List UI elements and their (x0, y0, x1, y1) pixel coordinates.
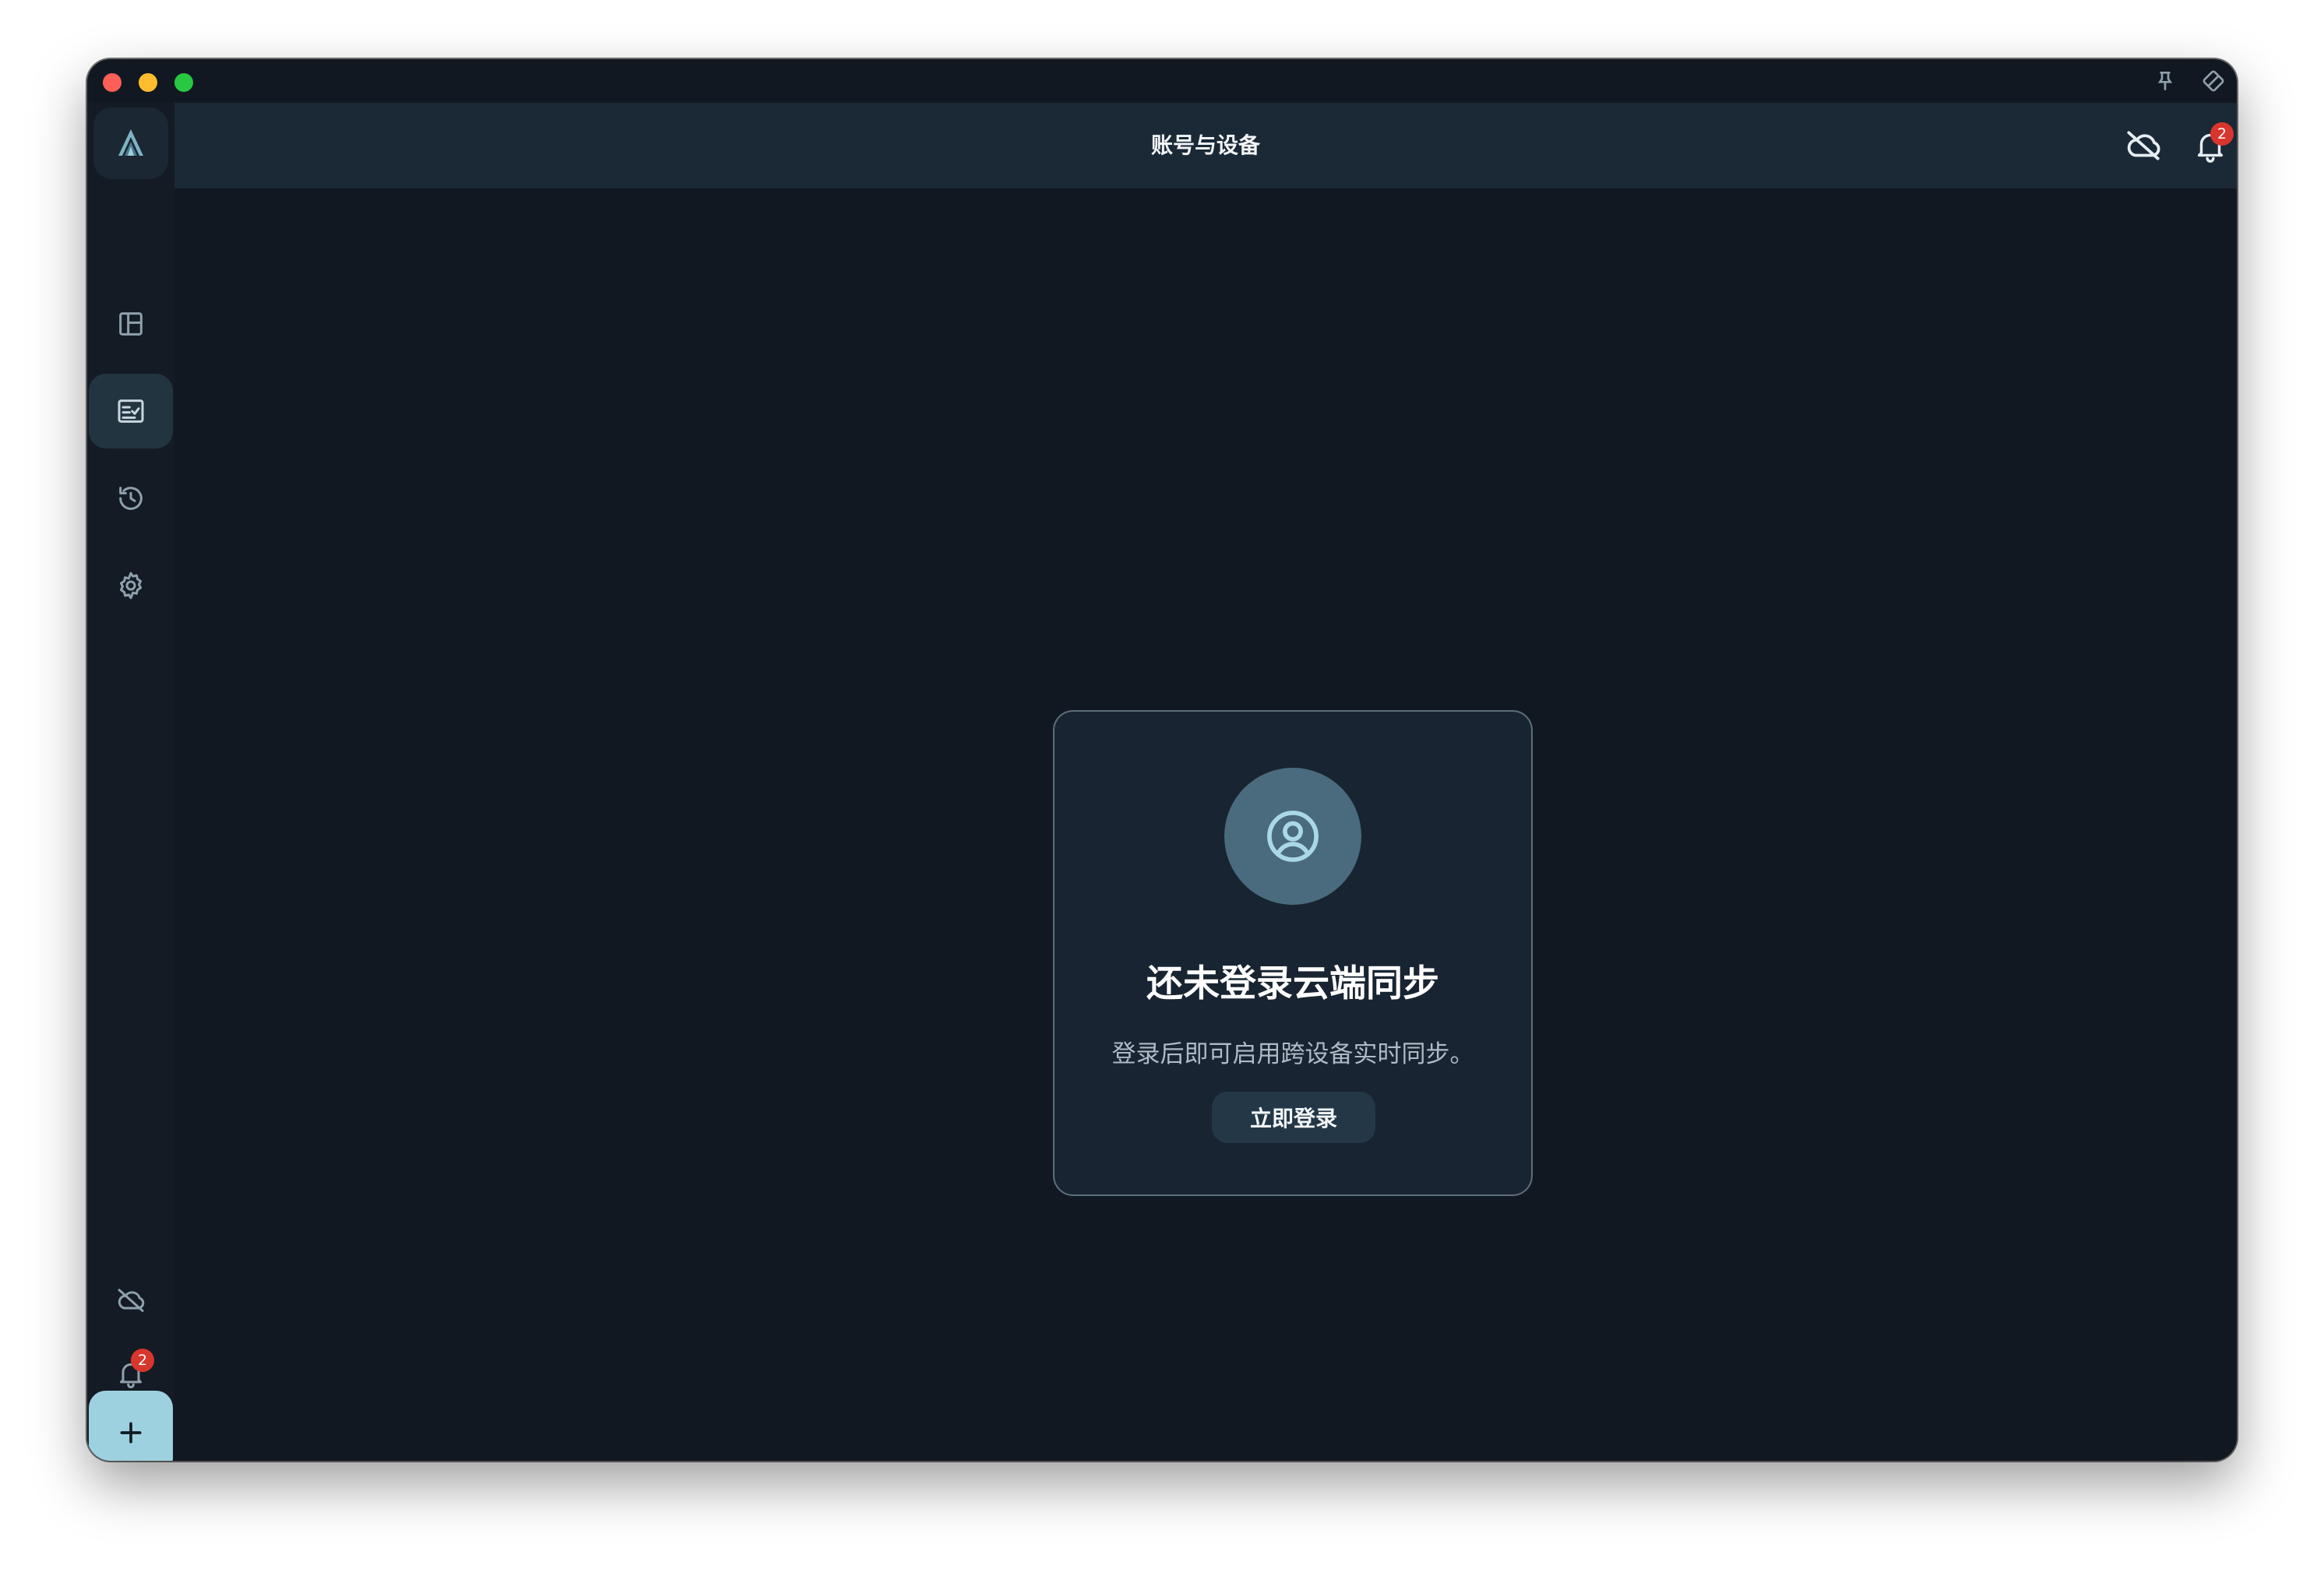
task-list-icon (118, 399, 144, 423)
card-title: 还未登录云端同步 (1146, 962, 1439, 1005)
minimize-window-button[interactable] (139, 73, 157, 92)
rotate-icon[interactable] (2201, 69, 2226, 93)
avatar (1224, 768, 1361, 905)
maximize-window-button[interactable] (174, 73, 193, 92)
pin-icon[interactable] (2153, 69, 2178, 93)
login-button[interactable]: 立即登录 (1212, 1092, 1375, 1143)
top-bar: 账号与设备 2 (174, 103, 2237, 188)
page-title: 账号与设备 (1150, 132, 1260, 158)
close-window-button[interactable] (103, 73, 121, 92)
history-icon (119, 487, 143, 510)
sidebar-notification-badge: 2 (131, 1349, 154, 1372)
title-bar (87, 59, 2237, 103)
logo-icon (118, 129, 143, 156)
plus-icon (120, 1422, 142, 1444)
notifications-button[interactable]: 2 (2190, 122, 2234, 166)
notification-badge: 2 (2210, 122, 2234, 146)
sidebar-item-history[interactable] (87, 461, 174, 536)
gear-icon (120, 572, 142, 600)
app-logo[interactable] (93, 107, 168, 179)
layout-icon (119, 312, 143, 336)
login-prompt-card: 还未登录云端同步 登录后即可启用跨设备实时同步。 立即登录 (1053, 710, 1533, 1196)
cloud-off-icon (118, 1289, 145, 1312)
sidebar: 2 (87, 103, 174, 1461)
sidebar-item-dashboard[interactable] (87, 287, 174, 361)
user-circle-icon (1267, 811, 1319, 862)
sidebar-cloud-off-button[interactable] (87, 1263, 174, 1338)
main-content: 还未登录云端同步 登录后即可启用跨设备实时同步。 立即登录 (174, 188, 2237, 1461)
card-description: 登录后即可启用跨设备实时同步。 (1111, 1040, 1474, 1068)
app-window: 2 账号与设备 2 还未登录云端同步 登录后即可启用跨设备实时同步。 立即登录 (87, 59, 2237, 1461)
cloud-sync-status-button[interactable] (2123, 125, 2164, 166)
add-button[interactable] (89, 1391, 173, 1461)
cloud-off-icon (2127, 131, 2160, 160)
sidebar-item-tasks[interactable] (89, 374, 173, 449)
sidebar-item-settings[interactable] (87, 548, 174, 623)
